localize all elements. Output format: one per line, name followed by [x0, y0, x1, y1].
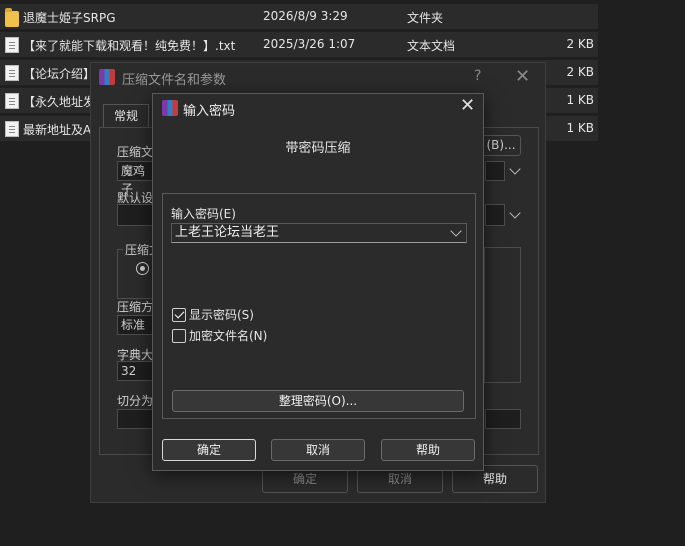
file-name: 最新地址及A [23, 123, 92, 137]
show-password-label: 显示密码(S) [189, 308, 254, 322]
file-type: 文本文档 [407, 39, 456, 53]
dialog-title: 压缩文件名和参数 [122, 73, 227, 88]
help-button[interactable]: 帮助 [381, 439, 475, 461]
winrar-icon [162, 100, 178, 116]
text-file-icon [5, 121, 19, 137]
text-file-icon [5, 93, 19, 109]
split-volumes-input[interactable] [117, 409, 153, 429]
file-size: 2 KB [566, 65, 594, 79]
file-date: 2025/3/26 1:07 [263, 37, 356, 51]
text-file-icon [5, 37, 19, 53]
dialog-header: 带密码压缩 [285, 141, 351, 156]
close-icon[interactable]: ✕ [515, 66, 530, 87]
default-profile-select[interactable] [117, 204, 153, 226]
file-name: 【来了就能下载和观看！纯免费！】.txt [23, 39, 236, 53]
default-profile-field-tail[interactable] [485, 204, 505, 226]
split-volumes-field-tail[interactable] [485, 409, 521, 429]
show-password-checkbox[interactable] [172, 307, 186, 322]
format-radio[interactable] [136, 262, 149, 275]
title-bar[interactable]: 输入密码 ✕ [153, 94, 483, 122]
method-select[interactable]: 标准 [117, 315, 153, 335]
help-icon[interactable]: ? [474, 68, 481, 84]
file-size: 1 KB [566, 121, 594, 135]
chevron-down-icon[interactable] [450, 225, 462, 237]
show-password-option[interactable]: 显示密码(S) [172, 306, 254, 323]
title-bar[interactable]: 压缩文件名和参数 ? ✕ [91, 63, 545, 91]
encrypt-names-checkbox[interactable] [172, 328, 186, 343]
file-row[interactable]: 【来了就能下载和观看！纯免费！】.txt 2025/3/26 1:07 文本文档… [0, 32, 598, 57]
folder-icon [5, 8, 19, 27]
dictionary-size-select[interactable]: 32 [117, 361, 153, 381]
archive-name-field-tail[interactable] [485, 161, 505, 181]
close-icon[interactable]: ✕ [460, 95, 475, 116]
method-label: 压缩方 [117, 300, 154, 314]
file-name: 【论坛介绍】 [23, 67, 96, 81]
winrar-icon [99, 69, 115, 85]
password-label: 输入密码(E) [171, 207, 236, 221]
encrypt-names-label: 加密文件名(N) [189, 329, 268, 343]
split-volumes-label: 切分为 [117, 394, 154, 408]
password-dialog: 输入密码 ✕ 带密码压缩 输入密码(E) 上老王论坛当老王 显示密码(S) 加密… [152, 93, 484, 471]
file-name: 退魔士姫子SRPG [23, 11, 116, 25]
file-size: 2 KB [566, 37, 594, 51]
file-size: 1 KB [566, 93, 594, 107]
browse-button[interactable]: (B)... [481, 135, 521, 156]
file-name: 【永久地址发 [23, 95, 96, 109]
file-type: 文件夹 [407, 11, 444, 25]
archive-name-label: 压缩文 [117, 145, 154, 159]
password-input[interactable]: 上老王论坛当老王 [171, 223, 467, 243]
file-row-folder[interactable]: 退魔士姫子SRPG 2026/8/9 3:29 文件夹 [0, 4, 598, 29]
tab-general[interactable]: 常规 [103, 104, 149, 128]
encrypt-names-option[interactable]: 加密文件名(N) [172, 327, 267, 344]
password-history-dropdown[interactable] [447, 223, 467, 243]
options-group [484, 247, 521, 383]
dialog-title: 输入密码 [183, 104, 236, 119]
ok-button[interactable]: 确定 [162, 439, 256, 461]
archive-name-input[interactable]: 魔鸡子 [117, 161, 157, 196]
text-file-icon [5, 65, 19, 81]
file-date: 2026/8/9 3:29 [263, 9, 348, 23]
cancel-button[interactable]: 取消 [271, 439, 365, 461]
organize-passwords-button[interactable]: 整理密码(O)... [172, 390, 464, 412]
